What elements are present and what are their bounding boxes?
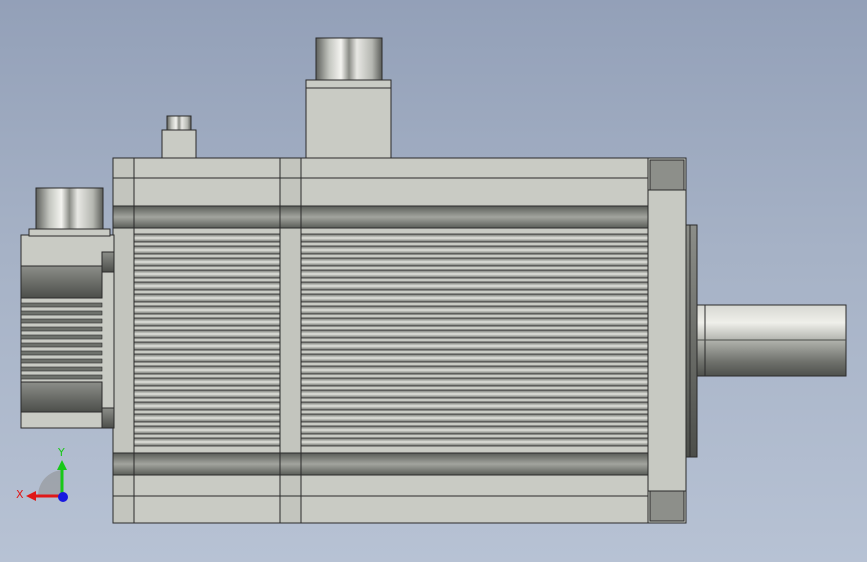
cooling-fin: [133, 329, 281, 339]
encoder-fin: [20, 326, 103, 332]
encoder-fin: [20, 342, 103, 348]
cooling-fin: [133, 437, 281, 447]
encoder-fin: [20, 374, 103, 380]
cooling-fin: [300, 245, 649, 255]
encoder-fin: [20, 310, 103, 316]
motor-housing: [112, 157, 649, 524]
cooling-fin: [300, 329, 649, 339]
cooling-fin: [133, 305, 281, 315]
encoder-housing: [20, 187, 115, 429]
cooling-fin: [133, 281, 281, 291]
cooling-fin: [133, 353, 281, 363]
cad-viewport[interactable]: X Y: [0, 0, 867, 562]
cooling-fin: [133, 401, 281, 411]
cooling-fin: [300, 437, 649, 447]
cooling-fin: [300, 317, 649, 327]
cooling-fin: [133, 365, 281, 375]
signal-connector: [161, 115, 197, 159]
cooling-fin: [300, 377, 649, 387]
cooling-fin: [300, 425, 649, 435]
cooling-fin: [300, 413, 649, 423]
cooling-fin: [133, 389, 281, 399]
encoder-fin: [20, 366, 103, 372]
cooling-fin: [133, 257, 281, 267]
encoder-fin: [20, 350, 103, 356]
pilot-ring: [685, 224, 698, 458]
servo-motor-drawing: X Y: [16, 37, 847, 524]
encoder-fin: [20, 302, 103, 308]
output-shaft: [696, 304, 847, 377]
cooling-fin: [300, 341, 649, 351]
cooling-fin: [300, 257, 649, 267]
cooling-fin: [300, 293, 649, 303]
cooling-fin: [133, 413, 281, 423]
cooling-fin: [133, 269, 281, 279]
axis-triad: X Y: [16, 446, 68, 502]
cooling-fin: [300, 365, 649, 375]
cooling-fin: [133, 293, 281, 303]
x-axis-label: X: [16, 488, 24, 501]
cooling-fin: [300, 401, 649, 411]
cooling-fin: [300, 389, 649, 399]
power-connector: [305, 37, 392, 159]
cooling-fin: [300, 281, 649, 291]
cooling-fin: [133, 377, 281, 387]
front-flange: [647, 157, 687, 524]
cooling-fin: [300, 269, 649, 279]
x-axis-head: [26, 491, 36, 501]
z-axis-dot: [58, 492, 68, 502]
encoder-fin: [20, 358, 103, 364]
y-axis-head: [57, 460, 67, 470]
cooling-fin: [133, 245, 281, 255]
y-axis-label: Y: [57, 446, 65, 459]
cooling-fin: [300, 233, 649, 243]
cooling-fin: [300, 305, 649, 315]
cooling-fin: [133, 341, 281, 351]
cooling-fin: [133, 425, 281, 435]
cooling-fin: [133, 233, 281, 243]
cooling-fin: [133, 317, 281, 327]
cooling-fin: [300, 353, 649, 363]
encoder-fin: [20, 318, 103, 324]
encoder-fin: [20, 334, 103, 340]
